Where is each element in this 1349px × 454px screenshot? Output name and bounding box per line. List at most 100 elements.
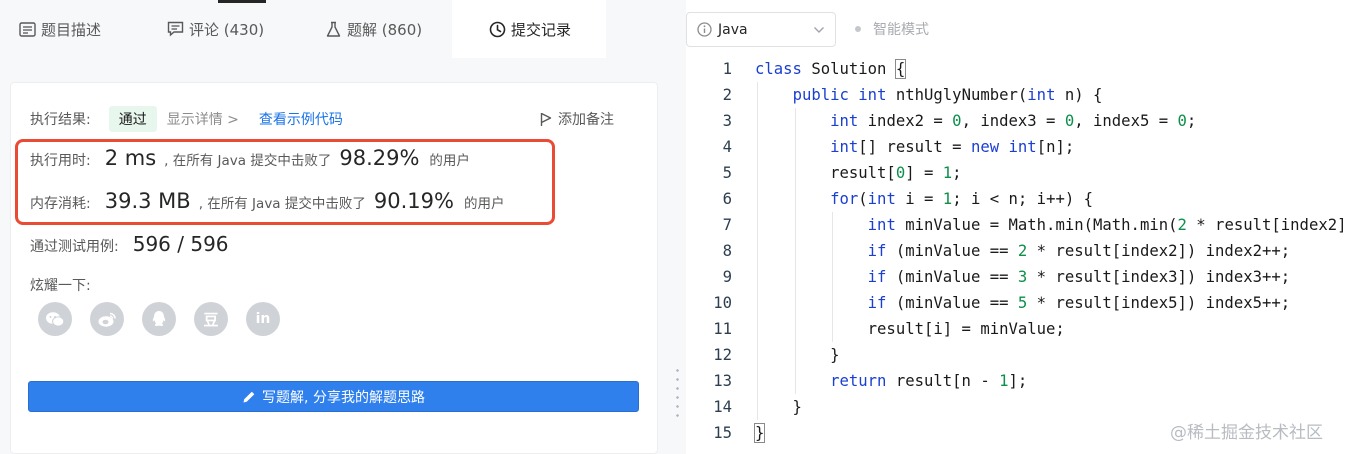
code-line: 4 int[] result = new int[n]; (686, 134, 1349, 160)
code-line: 7 int minValue = Math.min(Math.min(2 * r… (686, 212, 1349, 238)
memory-percent: 90.19% (373, 189, 454, 213)
resize-grip[interactable] (676, 366, 679, 422)
code-line: 14 } (686, 394, 1349, 420)
indent-guide (832, 212, 834, 342)
memory-row: 内存消耗: 39.3 MB , 在所有 Java 提交中击败了 90.19% 的… (30, 189, 504, 219)
code-text: for(int i = 1; i < n; i++) { (830, 190, 1094, 208)
runtime-row: 执行用时: 2 ms , 在所有 Java 提交中击败了 98.29% 的用户 (30, 146, 470, 176)
runtime-value: 2 ms (104, 146, 157, 170)
write-solution-label: 写题解, 分享我的解题思路 (262, 389, 425, 406)
code-line: 6 for(int i = 1; i < n; i++) { (686, 186, 1349, 212)
runtime-percent: 98.29% (339, 146, 420, 170)
tab-label: 评论 (430) (189, 20, 265, 39)
code-text: if (minValue == 3 * result[index3]) inde… (867, 268, 1291, 286)
tab-comments[interactable]: 评论 (430) (166, 0, 264, 58)
line-number: 6 (722, 190, 732, 208)
language-value: Java (718, 21, 748, 38)
write-solution-button[interactable]: 写题解, 分享我的解题思路 (28, 381, 639, 412)
smart-mode-label: 智能模式 (873, 22, 929, 38)
sample-code-link[interactable]: 查看示例代码 (259, 109, 343, 129)
code-line: 10 if (minValue == 5 * result[index5]) i… (686, 290, 1349, 316)
code-line: 3 int index2 = 0, index3 = 0, index5 = 0… (686, 108, 1349, 134)
weibo-icon[interactable] (90, 302, 124, 336)
smart-mode-dot (855, 26, 861, 32)
flag-icon (540, 112, 552, 127)
code-line: 11 result[i] = minValue; (686, 316, 1349, 342)
line-number: 2 (722, 86, 732, 104)
show-details-link[interactable]: 显示详情 > (167, 109, 239, 129)
memory-mid: , 在所有 Java 提交中击败了 (198, 196, 366, 212)
code-line: 1 class Solution { (686, 58, 1349, 82)
info-icon (697, 22, 712, 37)
code-text: if (minValue == 5 * result[index5]) inde… (867, 294, 1291, 312)
qq-icon[interactable] (142, 302, 176, 336)
runtime-mid: , 在所有 Java 提交中击败了 (164, 153, 332, 169)
code-text: int index2 = 0, index3 = 0, index5 = 0; (830, 112, 1197, 130)
line-number: 13 (713, 372, 732, 390)
runtime-suffix: 的用户 (429, 153, 470, 169)
memory-value: 39.3 MB (104, 189, 191, 213)
code-text: return result[n - 1]; (830, 372, 1028, 390)
code-text: int[] result = new int[n]; (830, 138, 1075, 156)
line-number: 3 (722, 112, 732, 130)
indent-guide (794, 108, 796, 394)
tab-submissions[interactable]: 提交记录 (452, 0, 606, 58)
add-note-button[interactable]: 添加备注 (540, 106, 614, 132)
code-text: int minValue = Math.min(Math.min(2 * res… (867, 216, 1349, 234)
linkedin-icon[interactable]: in (246, 302, 280, 336)
line-number: 14 (713, 398, 732, 416)
pencil-icon (242, 390, 256, 404)
tab-solutions[interactable]: 题解 (860) (324, 0, 422, 58)
tab-description[interactable]: 题目描述 (18, 0, 101, 58)
memory-suffix: 的用户 (463, 196, 505, 212)
wechat-icon[interactable] (38, 302, 72, 336)
code-line: 5 result[0] = 1; (686, 160, 1349, 186)
result-row: 执行结果: 通过 显示详情 > 查看示例代码 (30, 106, 343, 132)
result-label: 执行结果: (30, 112, 91, 128)
tests-label: 通过测试用例: (30, 239, 119, 255)
language-select[interactable]: Java (686, 12, 836, 47)
runtime-label: 执行用时: (30, 153, 91, 169)
line-number: 4 (722, 138, 732, 156)
line-number: 7 (722, 216, 732, 234)
clock-icon (488, 20, 506, 38)
tab-label: 题目描述 (41, 20, 102, 39)
tab-bar: 题目描述 评论 (430) 题解 (860) 提交记录 (0, 0, 668, 58)
share-label: 炫耀一下: (30, 278, 91, 294)
tab-label: 提交记录 (511, 20, 572, 39)
code-text: public int nthUglyNumber(int n) { (792, 86, 1103, 104)
line-number: 15 (713, 424, 732, 442)
status-badge: 通过 (108, 106, 157, 132)
line-number: 8 (722, 242, 732, 260)
description-icon (18, 20, 36, 38)
tab-label: 题解 (860) (347, 20, 423, 39)
indent-guide (757, 82, 758, 420)
line-number: 11 (713, 320, 732, 338)
code-line: 9 if (minValue == 3 * result[index3]) in… (686, 264, 1349, 290)
code-text: } (755, 346, 840, 364)
line-number: 1 (722, 60, 732, 78)
watermark: @稀土掘金技术社区 (1170, 423, 1323, 443)
line-number: 12 (713, 346, 732, 364)
tests-value: 596 / 596 (132, 232, 229, 256)
code-text: class Solution { (755, 59, 907, 79)
douban-icon[interactable]: 豆 (194, 302, 228, 336)
code-line: 12 } (686, 342, 1349, 368)
code-text: if (minValue == 2 * result[index2]) inde… (867, 242, 1291, 260)
line-number: 9 (722, 268, 732, 286)
code-line: 8 if (minValue == 2 * result[index2]) in… (686, 238, 1349, 264)
share-icons: 豆 in (38, 302, 280, 336)
smart-mode-toggle[interactable]: 智能模式 (855, 19, 929, 39)
chevron-down-icon (813, 26, 825, 34)
code-text: } (753, 423, 766, 443)
code-editor[interactable]: 1 class Solution { 2 public int nthUglyNum… (686, 58, 1349, 454)
code-text: result[i] = minValue; (755, 320, 1065, 338)
code-line: 13 return result[n - 1]; (686, 368, 1349, 394)
code-text: } (755, 398, 802, 416)
comment-icon (166, 20, 184, 38)
code-text: result[0] = 1; (755, 164, 962, 182)
tests-row: 通过测试用例: 596 / 596 (30, 232, 229, 260)
line-number: 10 (713, 294, 732, 312)
flask-icon (324, 20, 342, 38)
add-note-label: 添加备注 (558, 112, 614, 128)
